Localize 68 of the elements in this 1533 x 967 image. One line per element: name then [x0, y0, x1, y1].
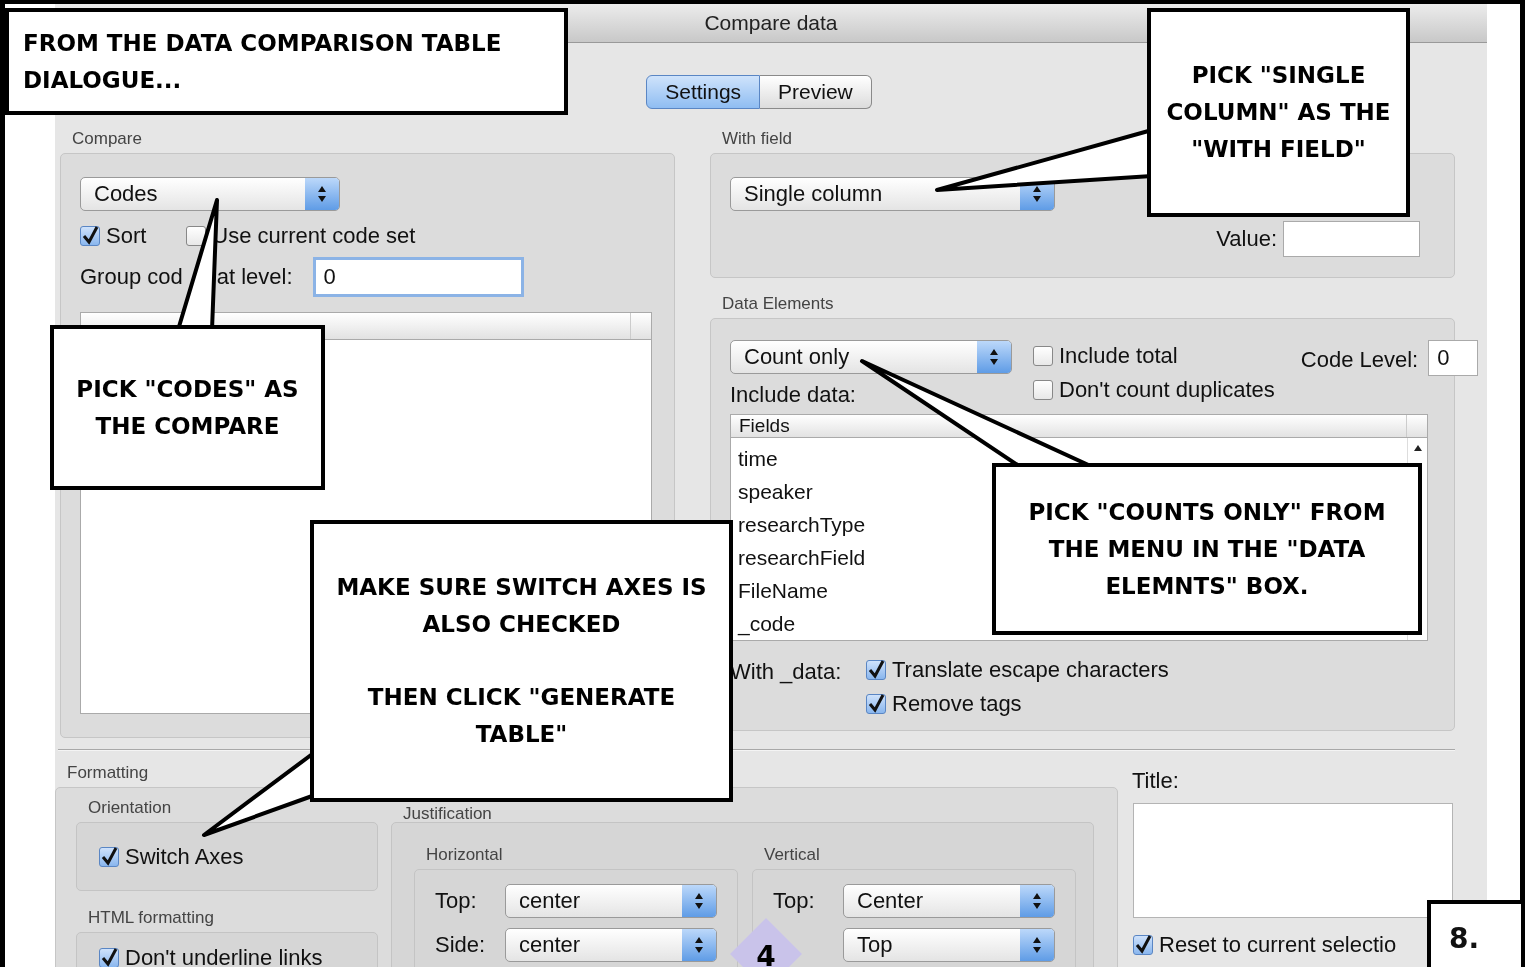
checkbox-option[interactable]: Remove tags: [866, 691, 1169, 717]
checkbox-option[interactable]: Reset to current selectio: [1133, 932, 1397, 958]
group-label: Justification: [403, 804, 492, 822]
level-field[interactable]: 0: [312, 257, 524, 297]
field-label: Group cod: [80, 264, 183, 290]
level-field[interactable]: 0: [1428, 340, 1479, 376]
popup-menu[interactable]: center: [505, 884, 717, 918]
checkbox[interactable]: [80, 226, 100, 246]
field-label: Include data:: [730, 382, 857, 408]
checkbox-option[interactable]: Sort: [80, 223, 147, 249]
checkbox-option[interactable]: Translate escape characters: [866, 657, 1169, 683]
table-row[interactable]: researchType: [731, 508, 866, 541]
checkbox[interactable]: [866, 694, 886, 714]
group-label: Data Elements: [722, 294, 834, 315]
checkbox[interactable]: [99, 846, 119, 867]
field-label: Value:: [1216, 226, 1277, 252]
checkbox[interactable]: [99, 948, 119, 967]
field-label: Code Level:: [1300, 347, 1419, 373]
stepper-icon: [305, 178, 339, 210]
checkbox-option[interactable]: Don't underline links: [99, 945, 323, 967]
tab[interactable]: Preview: [760, 75, 872, 109]
table-row[interactable]: _code: [731, 607, 796, 640]
group-label: Vertical: [764, 845, 820, 866]
checkbox[interactable]: [1133, 935, 1153, 955]
popup-menu[interactable]: Top: [843, 928, 1055, 962]
stepper-icon: [977, 341, 1011, 373]
tab[interactable]: Settings: [646, 75, 761, 109]
table-row[interactable]: time: [731, 442, 778, 475]
checkbox[interactable]: [186, 226, 207, 246]
callout-text: MAKE SURE SWITCH AXES IS ALSO CHECKED: [335, 573, 708, 639]
callout-text: THEN CLICK "GENERATE TABLE": [366, 683, 677, 749]
popup-menu[interactable]: Center: [843, 884, 1055, 918]
checkbox-option[interactable]: Include total: [1033, 343, 1275, 369]
field-label: Top:: [773, 888, 816, 914]
group-label: Formatting: [67, 763, 149, 784]
checkbox[interactable]: [866, 660, 886, 680]
value-field[interactable]: [1283, 221, 1420, 257]
field-label: at level:: [216, 264, 293, 290]
field-label: Title:: [1131, 767, 1180, 795]
checkbox[interactable]: [1033, 346, 1053, 366]
field-label: Side:: [435, 932, 487, 958]
table-row[interactable]: FileName: [731, 574, 828, 607]
stepper-icon: [1020, 885, 1054, 917]
popup-menu[interactable]: Codes: [80, 177, 340, 211]
table-row[interactable]: speaker: [731, 475, 813, 508]
group-label: HTML formatting: [88, 908, 214, 929]
group-label: With field: [722, 129, 792, 150]
callout-text: FROM THE DATA COMPARISON TABLE DIALOGUE...: [23, 28, 503, 95]
stepper-icon: [682, 929, 716, 961]
callout-text: PICK "CODES" AS THE COMPARE: [75, 374, 300, 441]
callout-text: PICK "SINGLE COLUMN" AS THE "WITH FIELD": [1165, 61, 1392, 164]
group-label: Orientation: [88, 798, 172, 819]
checkbox-option[interactable]: Don't count duplicates: [1033, 377, 1275, 403]
window-title: Compare data: [704, 11, 838, 35]
callout-text: PICK "COUNTS ONLY" FROM THE MENU IN THE "DATA ELEMNTS" BOX.: [1027, 497, 1387, 601]
popup-menu[interactable]: center: [505, 928, 717, 962]
checkbox-option[interactable]: Switch Axes: [99, 843, 244, 870]
popup-menu[interactable]: Single column: [730, 177, 1055, 211]
field-label: Top:: [435, 888, 478, 914]
group-label: Horizontal: [426, 845, 503, 866]
checkbox[interactable]: [1033, 380, 1053, 400]
group-label: Compare: [72, 129, 142, 150]
title-field[interactable]: [1133, 803, 1453, 918]
stepper-icon: [682, 885, 716, 917]
popup-menu[interactable]: Count only: [730, 340, 1012, 374]
scroll-up-icon[interactable]: [1412, 444, 1423, 452]
table-row[interactable]: researchField: [731, 541, 866, 574]
stepper-icon: [1020, 929, 1054, 961]
